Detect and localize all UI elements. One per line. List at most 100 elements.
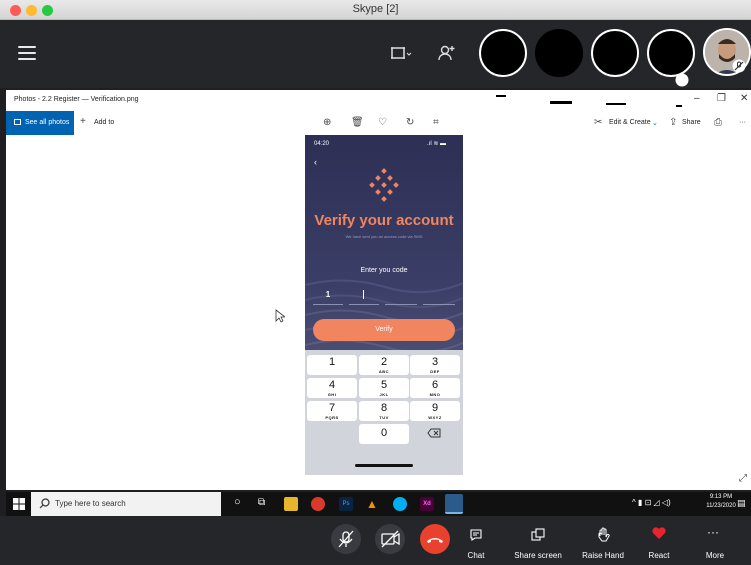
muted-icon: [675, 73, 689, 87]
add-person-icon[interactable]: [438, 44, 456, 62]
key-0[interactable]: 0: [359, 424, 409, 444]
chrome-icon[interactable]: [311, 497, 325, 511]
photos-title: Photos - 2.2 Register — Verification.png: [14, 96, 139, 103]
code-digit-field[interactable]: [349, 285, 379, 305]
chat-icon[interactable]: [469, 528, 483, 542]
key-number: 8: [380, 402, 388, 414]
chevron-down-icon[interactable]: ⌄: [652, 119, 658, 127]
app-logo-icon: [369, 168, 399, 202]
raise-hand-icon[interactable]: [596, 527, 610, 543]
key-8[interactable]: 8 TUV: [359, 401, 409, 421]
task-view-icon[interactable]: ⧉: [258, 497, 265, 508]
verify-heading: Verify your account: [314, 212, 454, 229]
edit-icon[interactable]: ✂: [594, 117, 602, 128]
tray-icons[interactable]: ^ ▮ ⊡ ◿ ◁): [632, 498, 671, 507]
home-indicator: [355, 464, 413, 467]
notifications-icon[interactable]: ▤: [737, 498, 746, 509]
photos-window: Photos - 2.2 Register — Verification.png…: [6, 90, 751, 490]
share-button[interactable]: Share: [682, 119, 701, 126]
crop-icon[interactable]: ⌗: [433, 117, 439, 128]
key-2[interactable]: 2 ABC: [359, 355, 409, 375]
vlc-icon[interactable]: ▲: [366, 497, 380, 511]
delete-icon[interactable]: 🗑: [351, 117, 364, 128]
redaction-bar: [606, 103, 626, 105]
rotate-icon[interactable]: ↻: [406, 117, 414, 128]
verify-button[interactable]: Verify: [313, 319, 455, 341]
react-label[interactable]: React: [642, 551, 676, 560]
key-6[interactable]: 6 MNO: [410, 378, 460, 398]
search-placeholder: Type here to search: [55, 499, 126, 508]
numeric-keypad: 1 2 ABC 3 DEF 4 GHI 5 JKL 6 MNO 7 PQRS 8 TUV 9W…: [305, 350, 463, 475]
status-icons: .ıl ≋ ▬: [427, 141, 447, 147]
redaction-bar: [676, 105, 682, 107]
close-icon[interactable]: ✕: [740, 93, 748, 104]
key-1[interactable]: 1: [307, 355, 357, 375]
taskbar-search-box[interactable]: Type here to search: [31, 492, 221, 516]
plus-icon[interactable]: +: [80, 116, 86, 127]
key-4[interactable]: 4 GHI: [307, 378, 357, 398]
back-icon[interactable]: ‹: [314, 157, 317, 167]
photoshop-icon[interactable]: Ps: [339, 497, 353, 511]
heart-icon[interactable]: [651, 526, 667, 540]
mouse-pointer-icon: [275, 309, 285, 323]
share-icon[interactable]: ⇪: [669, 117, 677, 128]
key-7[interactable]: 7 PQRS: [307, 401, 357, 421]
photos-app-icon[interactable]: [445, 494, 463, 514]
more-options-button[interactable]: ···: [739, 119, 746, 126]
key-5[interactable]: 5 JKL: [359, 378, 409, 398]
key-letters: WXYZ: [428, 415, 442, 420]
favorite-icon[interactable]: ♡: [378, 117, 387, 128]
hang-up-icon: [427, 538, 443, 543]
photos-toolbar: See all photos + Add to ⊕ 🗑 ♡ ↻ ⌗ ✂ Edit…: [6, 111, 751, 135]
key-letters: JKL: [379, 392, 389, 397]
participant-avatar[interactable]: [479, 29, 527, 77]
key-letters: GHI: [327, 392, 337, 397]
participant-avatar[interactable]: [591, 29, 639, 77]
print-icon[interactable]: ⎙: [714, 117, 722, 128]
video-toggle-button[interactable]: [375, 524, 405, 554]
end-call-button[interactable]: [420, 524, 450, 554]
phone-screen-top: 04:20 .ıl ≋ ▬ ‹ Verify your account We h…: [305, 135, 463, 350]
windows-start-icon[interactable]: [13, 498, 25, 510]
xd-icon[interactable]: Xd: [420, 497, 434, 511]
key-number: 7: [328, 402, 336, 414]
code-digit-field[interactable]: [423, 285, 455, 305]
share-screen-label[interactable]: Share screen: [508, 551, 568, 560]
code-digit-field[interactable]: 1: [313, 285, 343, 305]
key-number: 0: [380, 427, 388, 439]
photos-icon: [14, 119, 21, 125]
participant-avatar[interactable]: [647, 29, 695, 77]
zoom-icon[interactable]: ⊕: [323, 117, 331, 128]
redaction-bar: [496, 95, 506, 97]
mac-title-bar: Skype [2]: [0, 0, 751, 20]
key-9[interactable]: 9 WXYZ: [410, 401, 460, 421]
view-layout-icon[interactable]: [390, 45, 412, 61]
participant-avatar[interactable]: [535, 29, 583, 77]
code-prompt: Enter you code: [360, 267, 408, 274]
key-letters: TUV: [379, 415, 389, 420]
redaction-bar: [550, 101, 572, 104]
minimize-icon[interactable]: –: [694, 93, 700, 104]
more-label[interactable]: More: [700, 551, 730, 560]
edit-create-button[interactable]: Edit & Create: [609, 119, 651, 126]
add-to-button[interactable]: Add to: [94, 119, 114, 126]
backspace-icon[interactable]: [427, 428, 441, 438]
see-all-label: See all photos: [25, 119, 70, 126]
key-number: 3: [431, 356, 439, 368]
cortana-icon[interactable]: ○: [234, 496, 241, 508]
mute-button[interactable]: [331, 524, 361, 554]
key-3[interactable]: 3 DEF: [410, 355, 460, 375]
more-icon[interactable]: ···: [707, 525, 719, 539]
expand-icon[interactable]: ⤢: [739, 473, 747, 484]
skype-icon[interactable]: [393, 497, 407, 511]
share-screen-icon[interactable]: [531, 528, 545, 542]
see-all-photos-button[interactable]: See all photos: [6, 111, 74, 135]
raise-hand-label[interactable]: Raise Hand: [573, 551, 633, 560]
menu-icon[interactable]: [18, 46, 36, 60]
restore-icon[interactable]: ❐: [717, 93, 726, 104]
chat-label[interactable]: Chat: [460, 551, 492, 560]
code-digit-field[interactable]: [385, 285, 417, 305]
mic-off-icon: [732, 59, 746, 73]
file-explorer-icon[interactable]: [284, 497, 298, 511]
key-number: 1: [328, 356, 336, 368]
